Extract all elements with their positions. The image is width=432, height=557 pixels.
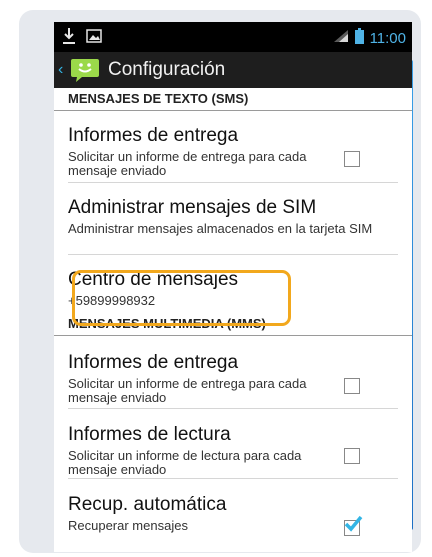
pref-title: Informes de entrega	[68, 125, 239, 146]
pref-manage-sim-messages[interactable]: Administrar mensajes de SIM Administrar …	[54, 183, 412, 255]
pref-auto-retrieve[interactable]: Recup. automática Recuperar mensajes	[54, 480, 412, 544]
auto-retrieve-checkbox[interactable]	[344, 515, 363, 536]
action-bar: ‹ Configuración	[54, 52, 412, 88]
pref-summary: Solicitar un informe de lectura para cad…	[68, 448, 302, 477]
read-reports-checkbox[interactable]	[344, 448, 360, 464]
battery-icon	[354, 28, 364, 49]
divider	[68, 408, 398, 409]
pref-read-reports[interactable]: Informes de lectura Solicitar un informe…	[54, 410, 412, 480]
image-icon	[86, 29, 102, 43]
pref-summary: Solicitar un informe de entrega para cad…	[68, 376, 307, 405]
pref-summary: Solicitar un informe de entrega para cad…	[68, 149, 307, 178]
sms-delivery-reports-checkbox[interactable]	[344, 151, 360, 167]
pref-sms-delivery-reports[interactable]: Informes de entrega Solicitar un informe…	[54, 111, 412, 183]
status-clock: 11:00	[369, 30, 406, 47]
page-title: Configuración	[108, 59, 226, 80]
back-chevron-icon[interactable]: ‹	[58, 61, 66, 79]
message-center-highlight	[72, 270, 291, 326]
download-icon	[62, 27, 76, 45]
pref-title: Informes de lectura	[68, 424, 231, 445]
mms-delivery-reports-checkbox[interactable]	[344, 378, 360, 394]
section-header-sms: MENSAJES DE TEXTO (SMS)	[54, 88, 412, 111]
pref-title: Administrar mensajes de SIM	[68, 197, 317, 218]
status-bar: 11:00	[54, 22, 412, 52]
messaging-app-icon[interactable]	[70, 57, 100, 83]
pref-mms-delivery-reports[interactable]: Informes de entrega Solicitar un informe…	[54, 336, 412, 410]
pref-summary: Recuperar mensajes	[68, 518, 188, 533]
signal-icon	[333, 29, 349, 48]
pref-title: Informes de entrega	[68, 352, 239, 373]
pref-summary: Administrar mensajes almacenados en la t…	[68, 221, 373, 236]
checkmark-icon	[344, 515, 363, 532]
divider	[68, 478, 398, 479]
